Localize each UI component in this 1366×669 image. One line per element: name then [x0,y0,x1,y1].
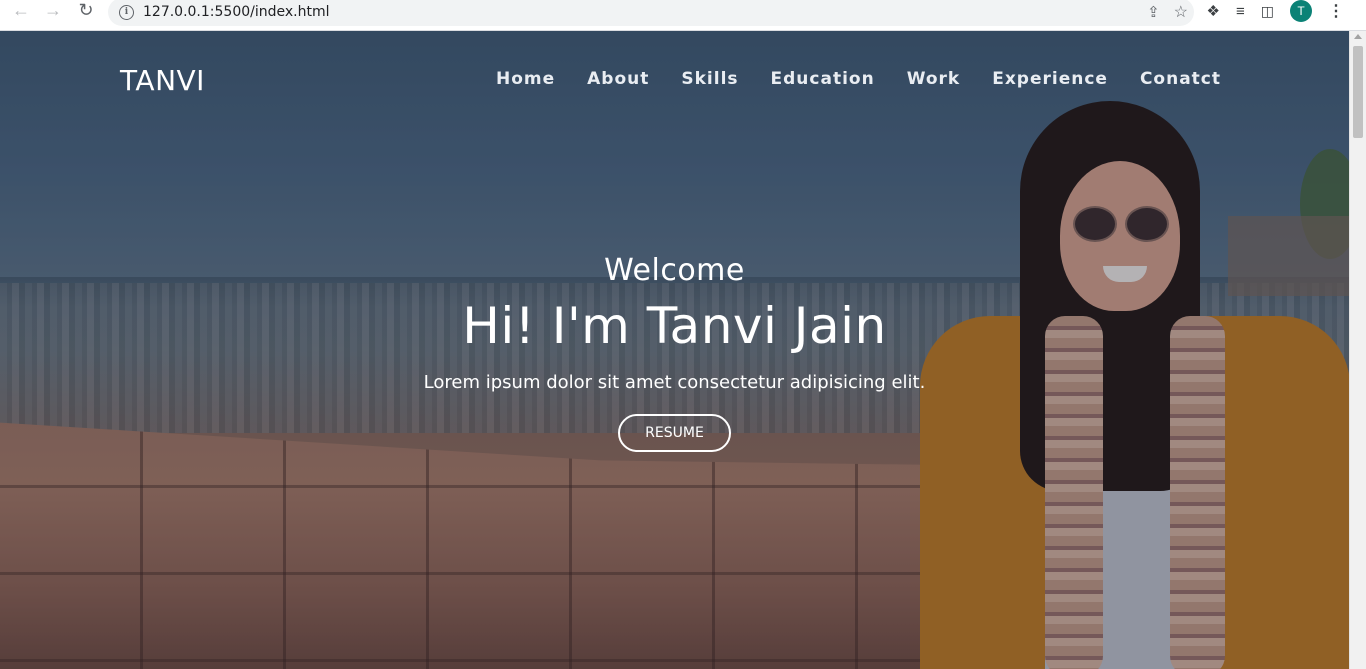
url-text[interactable]: 127.0.0.1:5500/index.html [143,4,330,20]
forward-icon[interactable]: → [40,0,66,20]
site-info-icon[interactable]: i [119,4,134,20]
page-scrollbar[interactable] [1349,31,1366,669]
menu-kebab-icon[interactable]: ⋮ [1328,1,1344,21]
avatar-letter: T [1297,4,1305,18]
reading-list-icon[interactable]: ≡ [1236,3,1245,20]
address-bar[interactable]: i 127.0.0.1:5500/index.html ⇪ ☆ [108,0,1194,26]
bookmark-star-icon[interactable]: ☆ [1174,2,1188,22]
reload-icon[interactable]: ↻ [73,0,99,20]
scrollbar-thumb[interactable] [1353,46,1363,138]
site-logo[interactable]: TANVI [120,64,205,97]
hero-section: TANVI Home About Skills Education Work E… [0,31,1349,669]
nav-experience[interactable]: Experience [992,69,1108,89]
hero-tagline: Lorem ipsum dolor sit amet consectetur a… [423,372,926,393]
nav-work[interactable]: Work [907,69,961,89]
side-panel-icon[interactable]: ◫ [1261,3,1274,20]
hero-headline: Hi! I'm Tanvi Jain [462,297,887,355]
back-icon[interactable]: ← [8,0,34,20]
nav-contact[interactable]: Conatct [1140,69,1221,89]
nav-about[interactable]: About [587,69,649,89]
share-icon[interactable]: ⇪ [1147,3,1160,21]
nav-skills[interactable]: Skills [681,69,738,89]
nav-education[interactable]: Education [771,69,875,89]
browser-toolbar: ← → ↻ i 127.0.0.1:5500/index.html ⇪ ☆ ❖ … [0,0,1366,31]
nav-home[interactable]: Home [496,69,555,89]
scroll-up-arrow-icon[interactable] [1354,34,1362,39]
main-nav: Home About Skills Education Work Experie… [496,69,1221,89]
profile-avatar[interactable]: T [1290,0,1312,22]
resume-button[interactable]: RESUME [618,414,731,452]
welcome-text: Welcome [604,253,745,288]
extensions-puzzle-icon[interactable]: ❖ [1207,2,1220,20]
